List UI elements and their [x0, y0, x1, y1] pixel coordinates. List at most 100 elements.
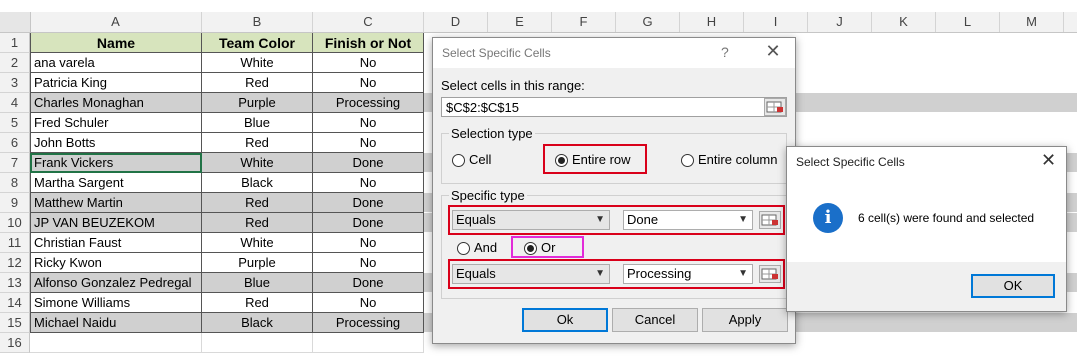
name-cell[interactable]: Simone Williams — [30, 293, 202, 313]
column-header-i[interactable]: I — [744, 12, 808, 32]
column-header-a[interactable]: A — [30, 12, 202, 32]
team-color-cell[interactable]: White — [202, 233, 313, 253]
team-color-cell[interactable]: Red — [202, 293, 313, 313]
finish-cell[interactable]: No — [313, 133, 424, 153]
name-cell[interactable]: Michael Naidu — [30, 313, 202, 333]
row-number[interactable]: 9 — [0, 193, 30, 213]
finish-cell[interactable]: No — [313, 53, 424, 73]
team-color-cell[interactable]: Red — [202, 73, 313, 93]
name-cell[interactable]: Alfonso Gonzalez Pedregal — [30, 273, 202, 293]
condition-two-picker-icon[interactable] — [759, 265, 781, 283]
finish-cell[interactable]: No — [313, 253, 424, 273]
select-all-corner[interactable] — [0, 12, 31, 33]
message-close-icon[interactable]: ✕ — [1041, 150, 1056, 171]
row-number[interactable]: 1 — [0, 33, 30, 53]
condition-one-value[interactable]: Done ▼ — [623, 210, 753, 230]
column-header-f[interactable]: F — [552, 12, 616, 32]
team-color-cell[interactable]: Black — [202, 173, 313, 193]
row-number[interactable]: 15 — [0, 313, 30, 333]
entire-row-radio[interactable] — [555, 154, 568, 167]
row-number[interactable]: 6 — [0, 133, 30, 153]
name-cell[interactable]: John Botts — [30, 133, 202, 153]
column-header-b[interactable]: B — [202, 12, 313, 32]
team-color-cell[interactable]: Purple — [202, 93, 313, 113]
name-cell[interactable]: Frank Vickers — [30, 153, 202, 173]
finish-cell[interactable]: Processing — [313, 93, 424, 113]
column-header-m[interactable]: M — [1000, 12, 1064, 32]
finish-cell[interactable]: No — [313, 113, 424, 133]
dialog-title-bar[interactable]: Select Specific Cells ? ✕ — [433, 38, 795, 68]
column-header-l[interactable]: L — [936, 12, 1000, 32]
range-input[interactable]: $C$2:$C$15 — [441, 97, 787, 117]
name-cell[interactable]: Patricia King — [30, 73, 202, 93]
row-number[interactable]: 10 — [0, 213, 30, 233]
condition-two-operator[interactable]: Equals ▼ — [452, 264, 610, 284]
column-header-j[interactable]: J — [808, 12, 872, 32]
row-number[interactable]: 4 — [0, 93, 30, 113]
help-icon[interactable]: ? — [721, 44, 729, 60]
team-color-cell[interactable]: White — [202, 53, 313, 73]
header-team-color[interactable]: Team Color — [202, 33, 313, 53]
finish-cell[interactable]: Done — [313, 213, 424, 233]
team-color-cell[interactable]: Black — [202, 313, 313, 333]
name-cell[interactable]: Martha Sargent — [30, 173, 202, 193]
team-color-cell[interactable]: Purple — [202, 253, 313, 273]
finish-cell[interactable]: No — [313, 173, 424, 193]
column-header-h[interactable]: H — [680, 12, 744, 32]
apply-button[interactable]: Apply — [702, 308, 788, 332]
column-header-e[interactable]: E — [488, 12, 552, 32]
cell-radio[interactable] — [452, 154, 465, 167]
ok-button[interactable]: Ok — [522, 308, 608, 332]
condition-two-value[interactable]: Processing ▼ — [623, 264, 753, 284]
row-number[interactable]: 13 — [0, 273, 30, 293]
finish-cell[interactable]: No — [313, 293, 424, 313]
finish-cell[interactable] — [313, 333, 424, 353]
or-radio[interactable] — [524, 242, 537, 255]
finish-cell[interactable]: Done — [313, 273, 424, 293]
column-header-k[interactable]: K — [872, 12, 936, 32]
row-number[interactable]: 7 — [0, 153, 30, 173]
name-cell[interactable]: JP VAN BEUZEKOM — [30, 213, 202, 233]
header-name[interactable]: Name — [30, 33, 202, 53]
name-cell[interactable]: ana varela — [30, 53, 202, 73]
row-number[interactable]: 11 — [0, 233, 30, 253]
cancel-button[interactable]: Cancel — [612, 308, 698, 332]
row-number[interactable]: 8 — [0, 173, 30, 193]
team-color-cell[interactable]: Red — [202, 133, 313, 153]
chevron-down-icon: ▼ — [595, 268, 605, 279]
condition-one-operator[interactable]: Equals ▼ — [452, 210, 610, 230]
column-header-g[interactable]: G — [616, 12, 680, 32]
column-header-d[interactable]: D — [424, 12, 488, 32]
range-picker-icon[interactable] — [764, 98, 786, 116]
team-color-cell[interactable]: Blue — [202, 273, 313, 293]
row-number[interactable]: 12 — [0, 253, 30, 273]
row-number[interactable]: 14 — [0, 293, 30, 313]
team-color-cell[interactable] — [202, 333, 313, 353]
name-cell[interactable]: Ricky Kwon — [30, 253, 202, 273]
team-color-cell[interactable]: Red — [202, 213, 313, 233]
condition-one-picker-icon[interactable] — [759, 211, 781, 229]
header-finish[interactable]: Finish or Not — [313, 33, 424, 53]
message-ok-button[interactable]: OK — [971, 274, 1055, 298]
and-radio[interactable] — [457, 242, 470, 255]
column-header-c[interactable]: C — [313, 12, 424, 32]
row-number[interactable]: 2 — [0, 53, 30, 73]
team-color-cell[interactable]: Red — [202, 193, 313, 213]
name-cell[interactable]: Christian Faust — [30, 233, 202, 253]
finish-cell[interactable]: No — [313, 233, 424, 253]
finish-cell[interactable]: Done — [313, 153, 424, 173]
finish-cell[interactable]: No — [313, 73, 424, 93]
finish-cell[interactable]: Processing — [313, 313, 424, 333]
finish-cell[interactable]: Done — [313, 193, 424, 213]
name-cell[interactable]: Matthew Martin — [30, 193, 202, 213]
team-color-cell[interactable]: White — [202, 153, 313, 173]
close-icon[interactable]: ✕ — [763, 41, 783, 62]
row-number[interactable]: 5 — [0, 113, 30, 133]
team-color-cell[interactable]: Blue — [202, 113, 313, 133]
name-cell[interactable]: Fred Schuler — [30, 113, 202, 133]
name-cell[interactable]: Charles Monaghan — [30, 93, 202, 113]
entire-column-radio[interactable] — [681, 154, 694, 167]
name-cell[interactable] — [30, 333, 202, 353]
row-number[interactable]: 16 — [0, 333, 30, 353]
row-number[interactable]: 3 — [0, 73, 30, 93]
